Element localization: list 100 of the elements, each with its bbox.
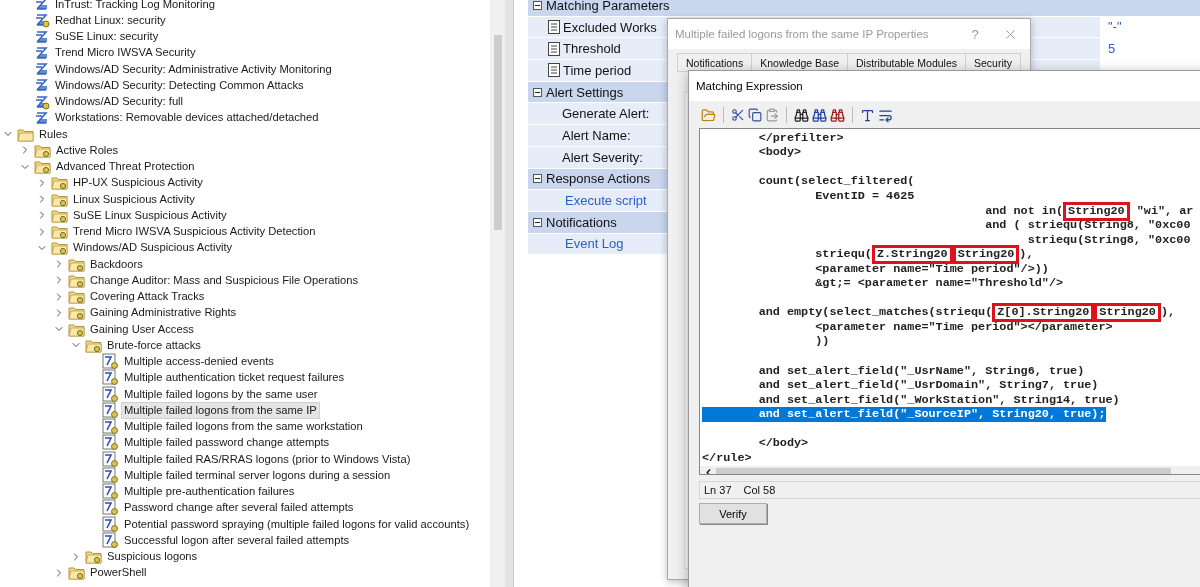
verify-button[interactable]: Verify (699, 503, 767, 524)
action-link[interactable]: Event Log (565, 236, 624, 252)
collapse-icon[interactable] (533, 87, 542, 97)
tree-item[interactable]: Brute-force attacks (105, 337, 203, 353)
section-title: Matching Parameters (546, 0, 670, 13)
tree-item[interactable]: SuSE Linux: security (53, 29, 161, 45)
code-text: <parameter name="Time period"></parameter> (814, 320, 1113, 334)
property-value[interactable]: 5 (1108, 40, 1116, 56)
window-title: Matching Expression (696, 80, 804, 92)
collapse-icon[interactable] (533, 0, 542, 10)
tree-item[interactable]: Advanced Threat Protection (54, 159, 197, 175)
rule-document-icon (102, 450, 119, 468)
code-text: <body> (757, 146, 802, 160)
code-text: ), (1160, 306, 1176, 320)
tree-item[interactable]: Workstations: Removable devices attached/detached (53, 110, 321, 126)
tree-item[interactable]: SuSE Linux Suspicious Activity (71, 207, 229, 223)
property-label: Excluded Works (563, 19, 657, 35)
rule-document-icon (102, 401, 119, 419)
tree-item[interactable]: Gaining Administrative Rights (88, 305, 239, 321)
tree-item[interactable]: Rules (37, 126, 70, 142)
tree-item[interactable]: Trend Micro IWSVA Suspicious Activity Detection (71, 224, 318, 240)
action-link[interactable]: Execute script (565, 193, 647, 209)
tree-item[interactable]: Linux Suspicious Activity (71, 191, 197, 207)
tree-item[interactable]: Potential password spraying (multiple failed logons for valid accounts) (122, 516, 472, 532)
folder-gear-icon (68, 256, 85, 272)
word-wrap-icon[interactable] (878, 107, 893, 123)
code-text: and set_alert_field("_UsrDomain", String7, true) (757, 379, 1099, 393)
property-label: Generate Alert: (562, 106, 650, 122)
tree-item[interactable]: Multiple failed terminal server logons during a session (122, 467, 393, 483)
replace-icon[interactable] (830, 107, 845, 123)
section-title: Notifications (546, 214, 617, 230)
tree-item[interactable]: Windows/AD Security: full (53, 94, 186, 110)
tree-item[interactable]: Password change after several failed attempts (122, 500, 356, 516)
code-text: and ( striequ(String8, "0xc00 (984, 219, 1191, 233)
tree-item[interactable]: Multiple authentication ticket request failures (122, 370, 347, 386)
tree-item[interactable]: Multiple failed logons by the same user (122, 386, 320, 402)
parameter-icon (548, 41, 560, 56)
dialog-title: Multiple failed logons from the same IP Properties (675, 28, 930, 40)
rule-document-icon (102, 385, 119, 403)
find-next-icon[interactable] (812, 107, 827, 123)
tree-item[interactable]: Multiple failed password change attempts (122, 435, 332, 451)
code-text: and set_alert_field("_UsrName", String6, true) (757, 364, 1085, 378)
section-header[interactable]: Matching Parameters (528, 0, 1200, 17)
rule-document-icon (102, 499, 119, 517)
folder-gear-icon (34, 142, 51, 158)
highlighted-code: String20 (1063, 201, 1130, 221)
property-value[interactable]: "-" (1108, 19, 1122, 35)
folder-gear-icon (51, 175, 68, 191)
code-text: &gt;= <parameter name="Threshold"/> (814, 277, 1064, 291)
rule-document-icon (102, 353, 119, 371)
collapse-icon[interactable] (533, 174, 542, 184)
highlighted-code: String20 (952, 245, 1020, 265)
open-icon[interactable] (701, 107, 716, 123)
highlighted-code: String20 (1094, 303, 1161, 323)
folder-gear-icon (68, 289, 85, 305)
code-text: )) (814, 335, 830, 349)
font-icon[interactable] (860, 107, 875, 123)
rule-document-icon (102, 418, 119, 436)
tree-item[interactable]: Multiple access-denied events (122, 354, 276, 370)
tree-item[interactable]: Windows/AD Suspicious Activity (71, 240, 235, 256)
tree-item[interactable]: Multiple failed logons from the same workstation (122, 419, 365, 435)
tree-item[interactable]: Suspicious logons (105, 549, 200, 565)
tree-item[interactable]: Successful logon after several failed attempts (122, 532, 352, 548)
code-text: <parameter name="Time period"/>)) (814, 262, 1049, 276)
folder-gear-icon (68, 321, 85, 337)
parameter-icon (548, 20, 560, 35)
code-text: count(select_filtered( (757, 175, 915, 189)
tree-item[interactable]: HP-UX Suspicious Activity (71, 175, 205, 191)
cut-icon[interactable] (731, 108, 745, 122)
code-text: and empty(select_matches(striequ( (757, 306, 993, 320)
code-text: EventID = 4625 (814, 189, 915, 203)
tree-item[interactable]: Multiple failed logons from the same IP (122, 402, 319, 418)
folder-gear-icon (51, 207, 68, 223)
copy-icon[interactable] (748, 108, 762, 122)
collapse-icon[interactable] (533, 217, 542, 227)
tree-item[interactable]: Covering Attack Tracks (88, 289, 207, 305)
folder-gear-icon (34, 159, 51, 175)
tree-item[interactable]: Backdoors (88, 256, 145, 272)
tree-item[interactable]: Windows/AD Security: Detecting Common Attacks (53, 77, 306, 93)
tree-item[interactable]: InTrust: Tracking Log Monitoring (53, 0, 217, 12)
code-text: striequ(String8, "0xc00 (1026, 233, 1191, 247)
tree-item[interactable]: Multiple failed RAS/RRAS logons (prior to Windows Vista) (122, 451, 413, 467)
tree-item[interactable]: Trend Micro IWSVA Security (53, 45, 198, 61)
property-label: Threshold (563, 41, 621, 57)
tree-item[interactable]: Windows/AD Security: Administrative Activity Monitoring (53, 61, 334, 77)
folder-gear-icon (51, 240, 68, 256)
folder-gear-icon (51, 224, 68, 240)
tree-item[interactable]: Change Auditor: Mass and Suspicious File Operations (88, 272, 361, 288)
tree-item[interactable]: Active Roles (54, 142, 121, 158)
highlighted-code: Z.String20 (871, 245, 953, 265)
tree-item[interactable]: Gaining User Access (88, 321, 196, 337)
tree-item[interactable]: Redhat Linux: security (53, 12, 168, 28)
tree-item[interactable]: Multiple pre-authentication failures (122, 484, 297, 500)
find-icon[interactable] (794, 107, 809, 123)
rule-document-icon (102, 531, 119, 549)
highlighted-code: Z[0].String20 (992, 303, 1095, 323)
rule-document-icon (102, 483, 119, 501)
code-editor[interactable] (699, 128, 1200, 475)
column-status: Col 58 (743, 484, 776, 496)
tree-item[interactable]: PowerShell (88, 565, 149, 581)
